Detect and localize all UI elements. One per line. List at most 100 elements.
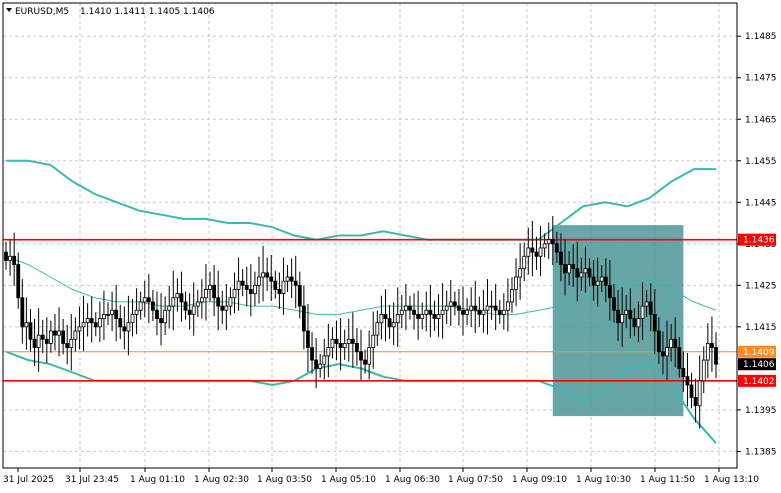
candle-body [452, 301, 457, 307]
candle-body [403, 305, 408, 311]
symbol-label: EURUSD,M5 [15, 7, 69, 17]
candle-body [244, 284, 249, 290]
candle-body [81, 322, 86, 328]
candle-body [567, 264, 572, 274]
candle-body [216, 297, 221, 307]
candle-body [240, 280, 245, 286]
candle-body [677, 347, 682, 369]
candle-body [61, 330, 66, 344]
candle-body [85, 318, 90, 324]
ohlc-values: 1.1410 1.1411 1.1405 1.1406 [80, 7, 215, 17]
candle-body [616, 309, 620, 324]
candle-body [440, 309, 445, 315]
candle-body [57, 330, 61, 336]
candle-body [53, 330, 57, 336]
y-tick-label: 1.1445 [745, 198, 777, 208]
candle-body [444, 305, 449, 311]
candle-body [640, 305, 645, 319]
candle-body [661, 351, 665, 357]
candlestick-chart[interactable]: 1.14851.14751.14651.14551.14451.14351.14… [0, 0, 781, 489]
candle-body [134, 309, 139, 315]
candle-body [665, 347, 669, 357]
candle-body [652, 313, 657, 332]
candle-body [469, 305, 474, 311]
candle-body [612, 297, 616, 311]
candle-body [16, 264, 21, 299]
candle-body [97, 318, 102, 328]
candle-body [685, 376, 690, 386]
x-tick-label: 31 Jul 2025 [3, 475, 54, 485]
x-tick-label: 31 Jul 23:45 [65, 475, 119, 485]
candle-body [110, 309, 114, 315]
candle-body [281, 280, 286, 295]
candle-body [595, 280, 600, 286]
candle-body [102, 313, 106, 319]
candle-body [408, 305, 412, 311]
x-tick-label: 1 Aug 02:30 [194, 475, 249, 485]
candle-body [159, 318, 163, 324]
price-label: 1.1409 [743, 348, 775, 358]
candle-body [167, 305, 172, 311]
candle-body [69, 338, 74, 348]
candle-body [346, 338, 351, 344]
candle-body [163, 309, 168, 324]
candle-body [608, 284, 612, 299]
candle-body [457, 305, 461, 311]
candle-body [146, 297, 151, 303]
price-label: 1.1402 [743, 377, 775, 387]
candle-body [477, 309, 482, 315]
candle-body [155, 309, 159, 319]
candle-body [693, 397, 698, 407]
candle-body [150, 301, 155, 311]
candle-body [359, 351, 363, 361]
candle-body [187, 309, 192, 315]
candle-body [379, 313, 384, 324]
candle-body [526, 247, 531, 257]
candle-body [620, 313, 625, 324]
candle-body [714, 347, 718, 365]
candle-body [277, 289, 282, 295]
candle-body [306, 330, 310, 348]
candle-body [114, 309, 119, 319]
candle-body [669, 338, 674, 348]
candle-body [371, 334, 376, 348]
candle-body [330, 338, 335, 348]
candle-body [232, 289, 237, 299]
candle-body [448, 301, 453, 307]
candle-body [4, 251, 8, 261]
candle-body [106, 313, 110, 316]
candle-body [367, 347, 372, 365]
x-tick-label: 1 Aug 11:50 [640, 475, 695, 485]
y-tick-label: 1.1465 [745, 115, 777, 125]
candle-body [575, 268, 580, 278]
y-tick-label: 1.1475 [745, 74, 777, 84]
price-label: 1.1436 [743, 236, 775, 246]
candle-body [436, 313, 441, 319]
candle-body [191, 305, 196, 315]
candle-body [44, 338, 49, 344]
candle-body [8, 255, 12, 261]
candle-body [632, 318, 637, 328]
candle-body [28, 322, 33, 340]
candle-body [40, 334, 45, 340]
candle-body [118, 318, 123, 328]
candle-body [204, 289, 208, 299]
candle-body [20, 297, 25, 328]
x-tick-label: 1 Aug 10:30 [576, 475, 631, 485]
x-tick-label: 1 Aug 05:10 [321, 475, 376, 485]
candle-body [273, 280, 278, 290]
candle-body [542, 243, 547, 249]
candle-body [534, 251, 539, 257]
candle-body [673, 338, 678, 348]
candle-body [93, 322, 98, 328]
candle-body [416, 313, 421, 319]
candle-body [603, 276, 608, 286]
candle-body [179, 293, 184, 303]
candle-body [297, 284, 302, 307]
chart-area[interactable]: 1.14851.14751.14651.14551.14451.14351.14… [0, 0, 781, 489]
candle-body [538, 247, 543, 257]
candle-body [550, 239, 555, 245]
candle-body [32, 338, 37, 348]
candle-body [175, 293, 180, 299]
candle-body [432, 313, 437, 319]
